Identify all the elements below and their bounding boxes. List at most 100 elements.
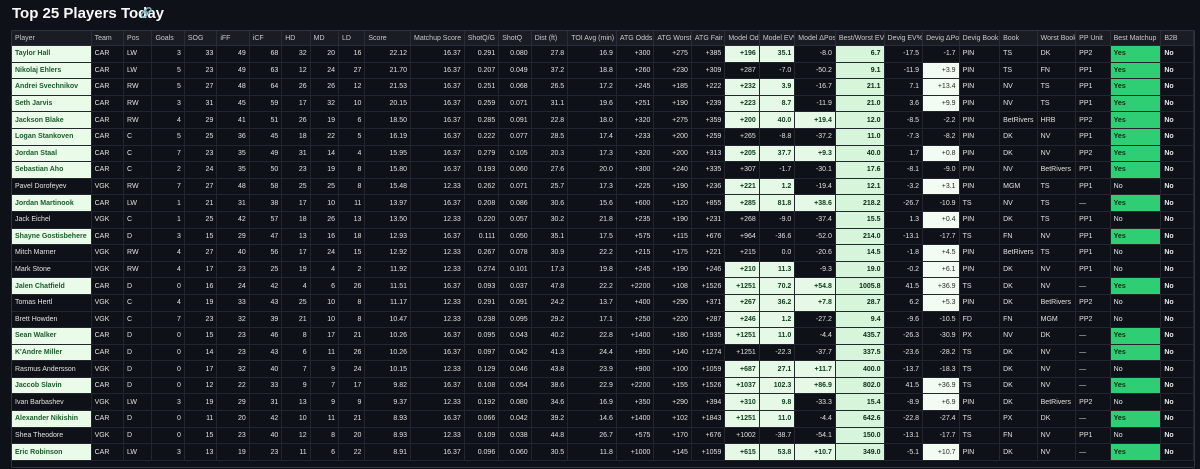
table-cell: 20 bbox=[338, 427, 366, 445]
table-cell: +6.9 bbox=[922, 393, 960, 412]
table-cell: 16.19 bbox=[364, 128, 412, 146]
column-header-shotq-g[interactable]: ShotQ/G bbox=[464, 31, 500, 46]
column-header-shotq[interactable]: ShotQ bbox=[498, 31, 532, 46]
column-header-model-pos[interactable]: Model ΔPos bbox=[794, 31, 836, 46]
column-header-iff[interactable]: iFF bbox=[216, 31, 250, 46]
column-header-devig-book[interactable]: Devig Book bbox=[959, 31, 1001, 46]
table-cell: VGK bbox=[91, 261, 125, 279]
table-cell: PP1 bbox=[1075, 128, 1111, 146]
table-cell: 49 bbox=[216, 45, 250, 63]
table-cell: -13.7 bbox=[884, 360, 924, 378]
table-cell: 4 bbox=[338, 145, 366, 163]
table-cell: PIN bbox=[959, 62, 1001, 80]
table-cell: +335 bbox=[691, 161, 726, 179]
table-row[interactable]: Ivan Barbashev VGK LW 3 19 29 31 13 9 9 9.37 12.33 0… bbox=[12, 393, 1194, 412]
table-cell: 16.37 bbox=[410, 277, 465, 295]
column-header-player[interactable]: Player bbox=[12, 31, 92, 46]
column-header-matchup-score[interactable]: Matchup Score bbox=[410, 31, 465, 46]
table-cell: 0.129 bbox=[464, 360, 500, 378]
column-header-best-matchup[interactable]: Best Matchup bbox=[1110, 31, 1162, 46]
table-row[interactable]: Taylor Hall CAR LW 3 33 49 68 32 20 16 22.12 16.37 0… bbox=[12, 45, 1194, 63]
column-header-model-ev[interactable]: Model EV% bbox=[759, 31, 796, 46]
table-cell: NV bbox=[1037, 128, 1077, 146]
column-header-ld[interactable]: LD bbox=[338, 31, 366, 46]
table-row[interactable]: Tomas Hertl VGK C 4 19 33 43 25 10 8 11.17 12.33 0.2… bbox=[12, 294, 1194, 312]
table-cell: 10 bbox=[310, 311, 340, 329]
table-row[interactable]: Jalen Chatfield CAR D 0 16 24 42 4 6 26 11.51 16.37… bbox=[12, 277, 1194, 295]
table-cell: +1000 bbox=[616, 443, 655, 461]
table-row[interactable]: Pavel Dorofeyev VGK RW 7 27 48 58 25 25 8 15.48 12.… bbox=[12, 178, 1194, 196]
table-cell: 16.37 bbox=[410, 78, 465, 96]
table-row[interactable]: Jordan Martinook CAR LW 1 21 31 38 17 10 11 13.97 1… bbox=[12, 194, 1194, 212]
table-row[interactable]: Eric Robinson CAR LW 3 13 19 23 11 6 22 8.91 16.37 0… bbox=[12, 443, 1194, 461]
table-row[interactable]: Brett Howden VGK C 7 23 32 39 21 10 8 10.47 12.33 0.… bbox=[12, 311, 1194, 329]
column-header-toi-avg-min[interactable]: TOI Avg (min) bbox=[567, 31, 617, 46]
table-cell: RW bbox=[123, 78, 153, 96]
table-row[interactable]: Logan Stankoven CAR C 5 25 36 45 18 22 5 16.19 16.3… bbox=[12, 128, 1194, 146]
table-row[interactable]: Alexander Nikishin CAR D 0 11 20 42 10 11 21 8.93 1… bbox=[12, 410, 1194, 428]
column-header-pp-unit[interactable]: PP Unit bbox=[1075, 31, 1111, 46]
table-row[interactable]: Rasmus Andersson VGK D 0 17 32 40 7 9 24 10.15 12.3… bbox=[12, 360, 1194, 378]
column-header-team[interactable]: Team bbox=[91, 31, 125, 46]
table-cell: 64 bbox=[249, 78, 283, 96]
column-header-md[interactable]: MD bbox=[310, 31, 340, 46]
column-header-best-worst-ev[interactable]: Best/Worst EV% bbox=[835, 31, 885, 46]
table-row[interactable]: Sean Walker CAR D 0 15 23 46 8 17 21 10.26 16.37 0.0… bbox=[12, 327, 1194, 345]
table-row[interactable]: Andrei Svechnikov CAR RW 5 27 48 64 26 26 12 21.53… bbox=[12, 78, 1194, 96]
table-row[interactable]: Mark Stone VGK RW 4 17 23 25 19 4 2 11.92 12.33 0.27… bbox=[12, 261, 1194, 279]
table-cell: 22 bbox=[310, 128, 340, 146]
table-cell: 5 bbox=[151, 62, 185, 80]
column-header-b2b[interactable]: B2B bbox=[1160, 31, 1194, 46]
table-row[interactable]: Sebastian Aho CAR C 2 24 35 50 23 19 8 15.80 16.37 0… bbox=[12, 161, 1194, 179]
table-cell: 12 bbox=[281, 62, 311, 80]
column-header-icf[interactable]: iCF bbox=[249, 31, 283, 46]
column-header-model-odds[interactable]: Model Odds bbox=[724, 31, 760, 46]
table-cell: — bbox=[1075, 443, 1111, 461]
column-header-devig-ev[interactable]: Devig EV% bbox=[884, 31, 924, 46]
table-cell: 35.1 bbox=[531, 228, 569, 246]
table-row[interactable]: Shea Theodore VGK D 0 15 23 40 12 8 20 8.93 12.33 0.… bbox=[12, 427, 1194, 445]
table-cell: NV bbox=[999, 95, 1038, 113]
column-header-sog[interactable]: SOG bbox=[184, 31, 218, 46]
column-header-atg-fair[interactable]: ATG Fair bbox=[691, 31, 726, 46]
column-header-devig-pos[interactable]: Devig ΔPos bbox=[922, 31, 960, 46]
player-name-cell: Mark Stone bbox=[12, 261, 92, 279]
table-cell: PP1 bbox=[1075, 161, 1111, 179]
table-cell: 13 bbox=[281, 228, 311, 246]
table-cell: 10.26 bbox=[364, 344, 412, 362]
table-row[interactable]: Shayne Gostisbehere CAR D 3 15 29 47 13 16 18 12.9… bbox=[12, 228, 1194, 246]
table-row[interactable]: Jaccob Slavin CAR D 0 12 22 33 9 7 17 9.82 16.37 0.1… bbox=[12, 377, 1194, 395]
link-icon[interactable]: 🔗 bbox=[140, 9, 152, 19]
table-cell: 14 bbox=[184, 344, 218, 362]
table-cell: 8.93 bbox=[364, 410, 412, 428]
table-row[interactable]: Jackson Blake CAR RW 4 29 41 51 26 19 6 18.50 16.37… bbox=[12, 111, 1194, 129]
table-cell: RW bbox=[123, 111, 153, 129]
table-cell: 28.5 bbox=[531, 128, 569, 146]
table-cell: 16.9 bbox=[567, 45, 617, 63]
column-header-atg-odds[interactable]: ATG Odds bbox=[616, 31, 655, 46]
column-header-atg-worst[interactable]: ATG Worst bbox=[653, 31, 692, 46]
table-cell: 25 bbox=[281, 178, 311, 196]
table-row[interactable]: Seth Jarvis CAR RW 3 31 45 59 17 32 10 20.15 16.37 0… bbox=[12, 95, 1194, 113]
table-cell: -7.0 bbox=[759, 62, 796, 80]
column-header-goals[interactable]: Goals bbox=[151, 31, 185, 46]
table-row[interactable]: Jordan Staal CAR C 7 23 35 49 31 14 4 15.95 16.37 0.… bbox=[12, 145, 1194, 163]
table-row[interactable]: K'Andre Miller CAR D 0 14 23 43 6 11 26 10.26 16.37… bbox=[12, 344, 1194, 362]
table-cell: NV bbox=[999, 161, 1038, 179]
table-row[interactable]: Mitch Marner VGK RW 4 27 40 56 17 24 15 12.92 12.33… bbox=[12, 244, 1194, 262]
column-header-book[interactable]: Book bbox=[999, 31, 1038, 46]
column-header-worst-book[interactable]: Worst Book bbox=[1037, 31, 1077, 46]
table-cell: 25 bbox=[310, 178, 340, 196]
column-header-hd[interactable]: HD bbox=[281, 31, 311, 46]
column-header-score[interactable]: Score bbox=[364, 31, 412, 46]
column-header-dist-ft[interactable]: Dist (ft) bbox=[531, 31, 569, 46]
table-row[interactable]: Jack Eichel VGK C 1 25 42 57 18 26 13 13.50 12.33 0.… bbox=[12, 211, 1194, 229]
table-cell: 12 bbox=[281, 427, 311, 445]
table-cell: No bbox=[1160, 178, 1194, 196]
table-row[interactable]: Nikolaj Ehlers CAR LW 5 23 49 63 12 24 27 21.70 16.… bbox=[12, 62, 1194, 80]
table-cell: 5 bbox=[151, 128, 185, 146]
table-cell: 2 bbox=[151, 161, 185, 179]
column-header-pos[interactable]: Pos bbox=[123, 31, 153, 46]
table-cell: 0.251 bbox=[464, 78, 500, 96]
players-data-grid[interactable]: Player Team Pos Goals SOG iFF iCF HD MD LD Score Ma… bbox=[11, 30, 1195, 468]
